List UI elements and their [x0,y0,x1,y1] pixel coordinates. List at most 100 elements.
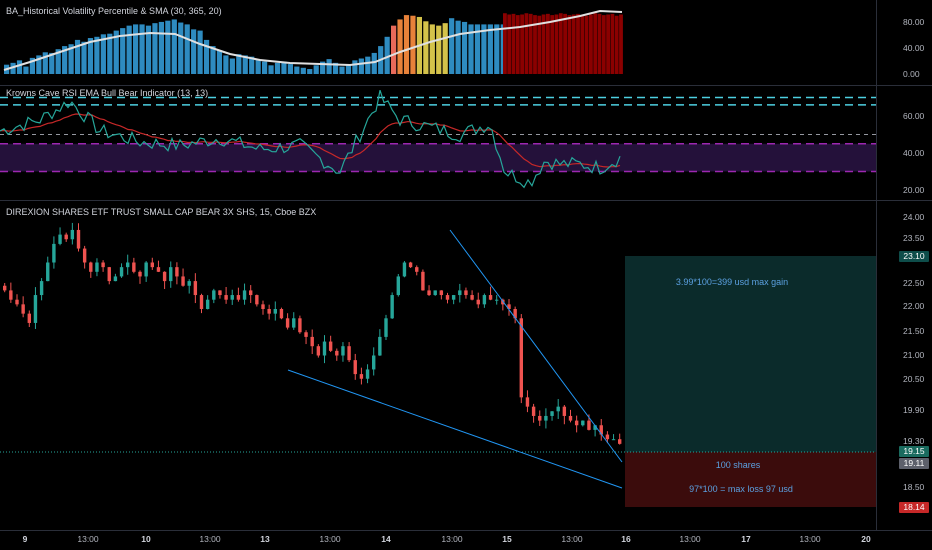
candle-body [279,309,284,319]
hvp-bar [429,24,435,74]
hvp-bar [511,13,516,74]
candle-body [451,295,456,300]
hvp-bar [610,13,615,74]
time-label: 13 [260,534,270,544]
candle-body [372,355,376,370]
shares-text: 100 shares [715,460,761,470]
hvp-bar [216,50,223,74]
price-y-label: 23.50 [903,233,925,243]
candle-body [439,290,444,296]
hvp-bar [563,13,567,74]
hvp-bar [184,24,190,74]
candle-body [525,397,530,407]
time-label: 14 [381,534,391,544]
candle-body [95,262,99,272]
candle-body [242,290,247,300]
candle-body [46,262,50,282]
hvp-bar [601,15,606,75]
hvp-bar [614,15,619,74]
candle-body [113,276,118,282]
hvp-bar [554,14,559,74]
hvp-bar [133,24,139,74]
upper-trendline [449,229,623,463]
candle-body [433,290,437,296]
hvp-bar [107,33,113,74]
candle-body [562,406,567,416]
last-price-tag: 19.11 [899,458,929,469]
hvp-bar [152,23,158,74]
hvp-bar [358,58,364,74]
hvp-bar [126,25,132,74]
candle-body [33,295,38,323]
candle-body [292,318,296,328]
hvp-bar [81,41,87,74]
hvp-bar [410,15,416,74]
candle-body [70,229,75,240]
target-price-tag: 23.10 [899,251,929,262]
time-label: 13:00 [679,534,701,544]
candle-body [365,369,370,379]
candle-body [611,439,616,441]
max-loss-text: 97*100 = max loss 97 usd [689,484,793,494]
time-label: 13:00 [319,534,341,544]
candle-body [76,229,81,249]
hvp-bar [274,62,281,74]
candle-body [82,248,87,263]
hvp-bar [313,65,319,74]
candle-body [27,313,31,323]
candle-body [335,350,339,356]
lower-trendline [287,369,623,489]
hvp-bar [436,25,442,74]
candle-body [230,295,234,300]
candle-body [285,318,290,328]
candle-body [218,290,222,296]
hvp-bar [255,59,261,74]
hvp-bar [571,14,576,74]
candle-body [488,295,493,300]
candle-body [476,299,480,305]
hvp-bar [158,21,164,75]
candle-body [519,318,523,398]
candle-body [390,295,394,319]
candle-body [341,346,345,356]
hvp-bar [23,66,29,74]
hvp-bar [197,30,203,75]
candle-body [581,420,585,426]
hvp-bar [397,19,403,74]
candle-body [64,234,68,240]
time-label: 16 [621,534,631,544]
candle-body [21,304,25,314]
hvp-bar [191,29,197,74]
stop-price-tag: 18.14 [899,502,929,513]
candle-body [464,290,468,296]
time-label: 13:00 [441,534,463,544]
chart-canvas[interactable] [0,0,932,550]
rsi-bear-zone [0,143,876,172]
hvp-bar [520,14,524,74]
candle-body [445,295,450,300]
hvp-bar [339,66,345,74]
hvp-bar [307,69,313,74]
candle-body [267,309,271,314]
candle-body [384,318,388,337]
hvp-bar [352,60,358,74]
price-y-label: 18.50 [903,482,925,492]
hvp-bar [326,59,332,74]
hvp-bar [550,15,555,75]
candle-body [169,267,173,282]
candle-body [322,341,327,356]
hvp-bar [503,13,507,75]
price-y-label: 22.50 [903,278,925,288]
hvp-bar [593,13,598,75]
hvp-y-label: 0.00 [903,69,920,79]
hvp-bar [210,46,216,74]
candle-body [304,332,308,337]
candle-body [58,234,62,244]
time-label: 9 [22,534,28,544]
rsi-y-label: 60.00 [903,111,925,121]
candle-body [544,415,548,421]
candle-body [273,309,277,314]
time-label: 10 [141,534,151,544]
hvp-bar [365,56,371,74]
candle-body [181,276,185,286]
